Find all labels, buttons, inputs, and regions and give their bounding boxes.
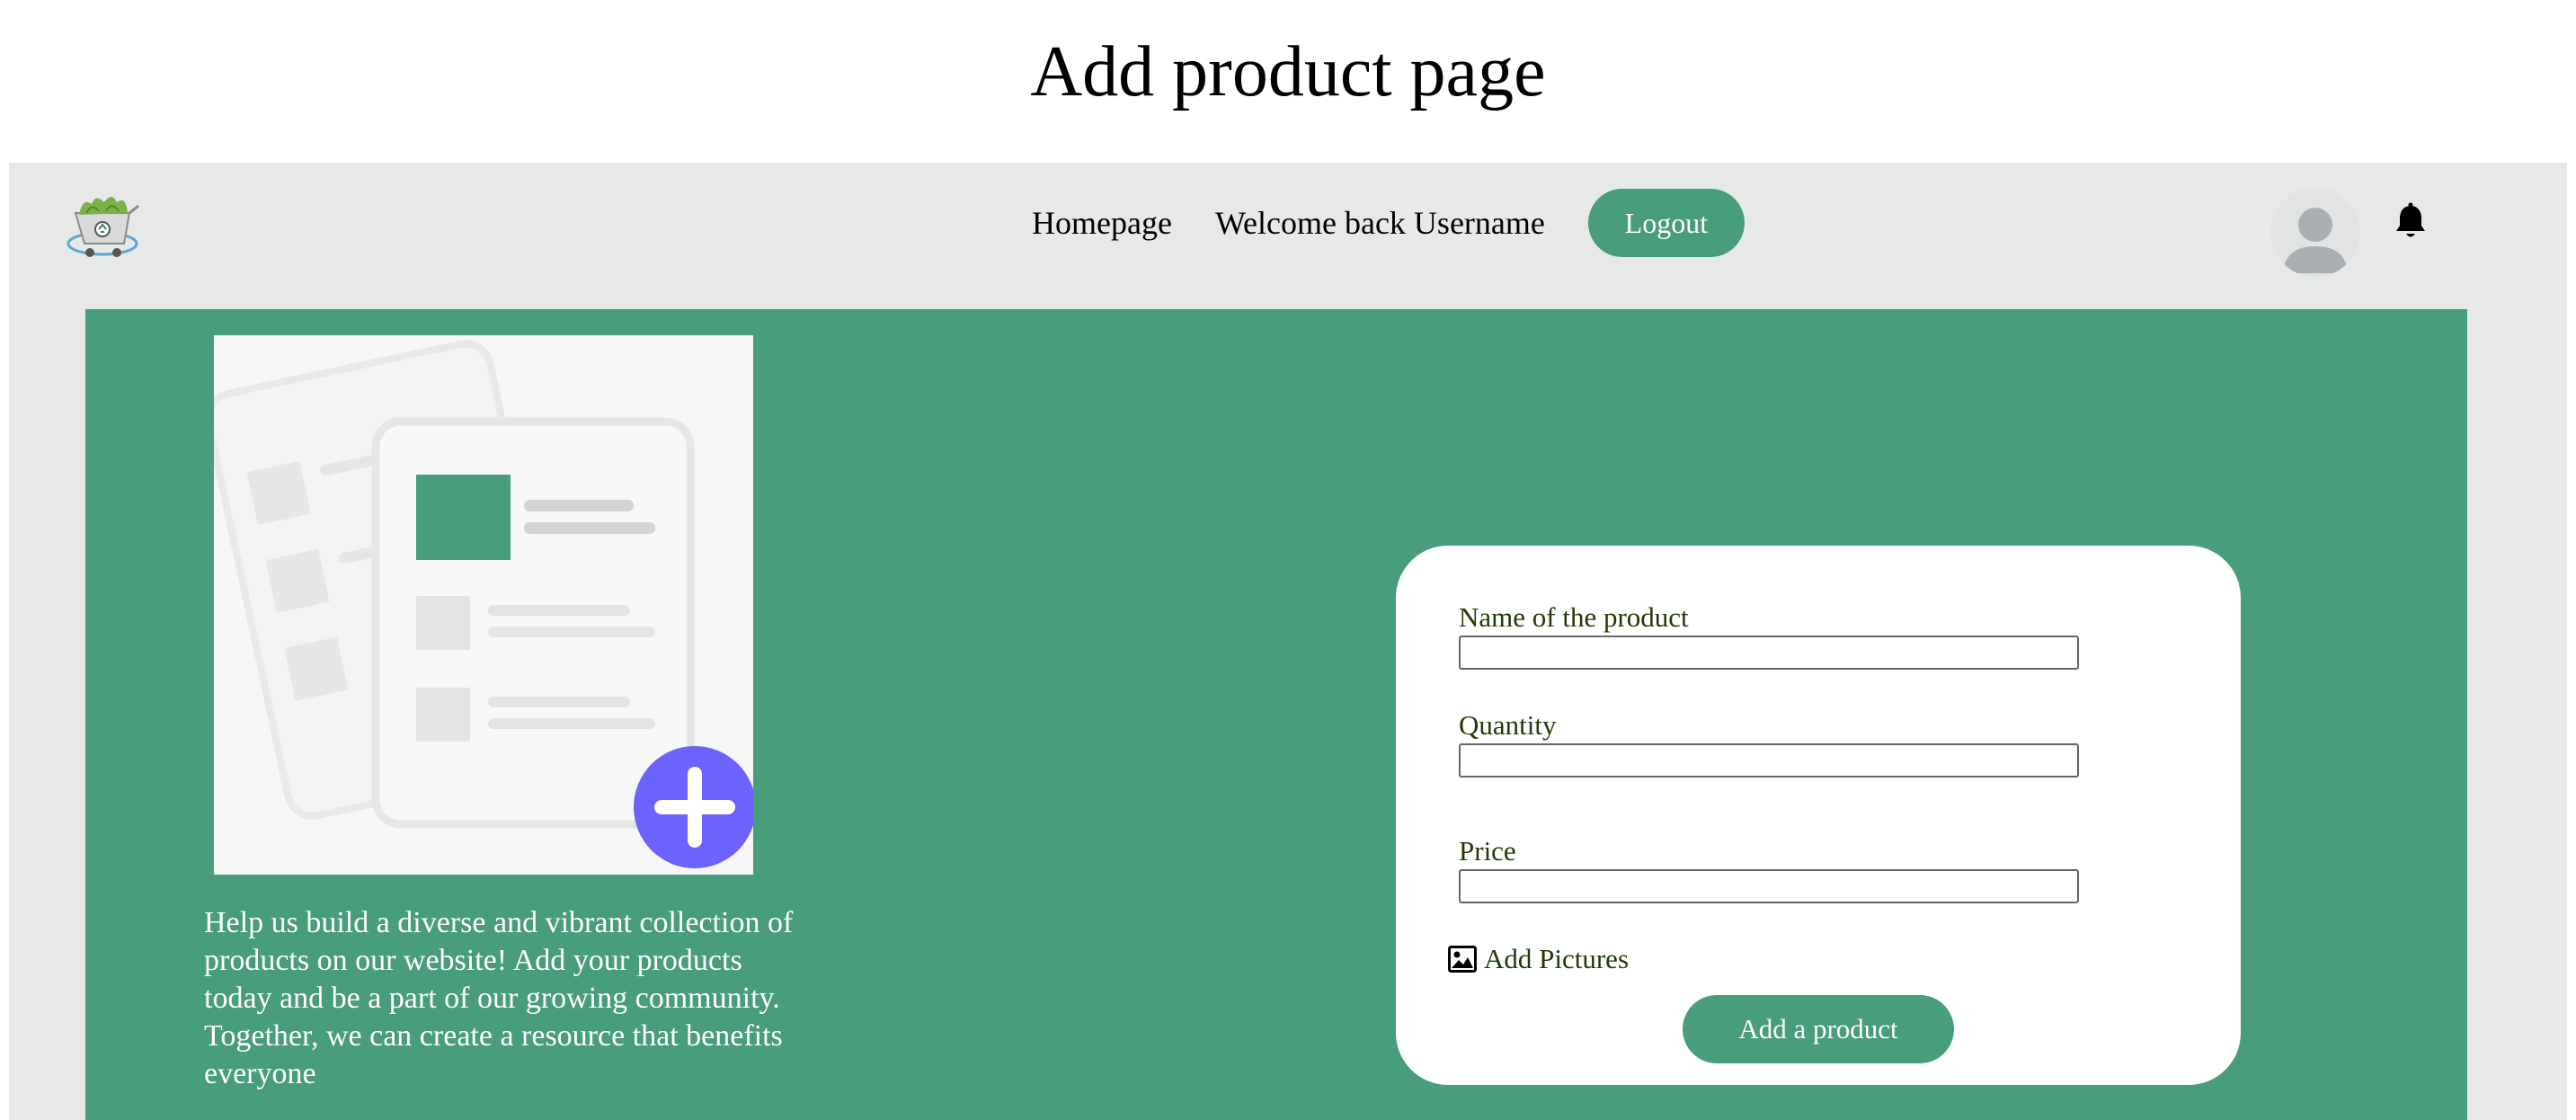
navbar: Homepage Welcome back Username Logout [9,163,2567,309]
image-icon [1448,946,1477,973]
bell-icon[interactable] [2394,202,2427,240]
app-frame: Homepage Welcome back Username Logout He… [9,163,2567,1120]
user-avatar-icon[interactable] [2270,187,2360,277]
promo-description: Help us build a diverse and vibrant coll… [204,906,794,1090]
quantity-label: Quantity [1459,709,1557,741]
recycle-cart-logo-icon[interactable] [65,191,149,267]
add-document-illustration [214,335,753,875]
logout-button[interactable]: Logout [1587,189,1745,257]
nav-homepage-link[interactable]: Homepage [1032,204,1172,242]
add-product-form: Name of the product Quantity Price Add P… [1396,546,2241,1085]
main-panel: Help us build a diverse and vibrant coll… [85,309,2467,1120]
welcome-text: Welcome back Username [1214,205,1545,241]
add-product-button[interactable]: Add a product [1683,995,1954,1063]
add-pictures-label: Add Pictures [1484,943,1630,974]
price-label: Price [1459,835,1516,867]
add-pictures-button[interactable]: Add Pictures [1448,941,1629,977]
page-title: Add product page [1030,32,1546,111]
product-name-input[interactable] [1459,636,2079,670]
name-label: Name of the product [1459,601,1689,633]
quantity-input[interactable] [1459,743,2079,778]
nav-center: Homepage Welcome back Username Logout [1032,188,1745,258]
price-input[interactable] [1459,869,2079,903]
